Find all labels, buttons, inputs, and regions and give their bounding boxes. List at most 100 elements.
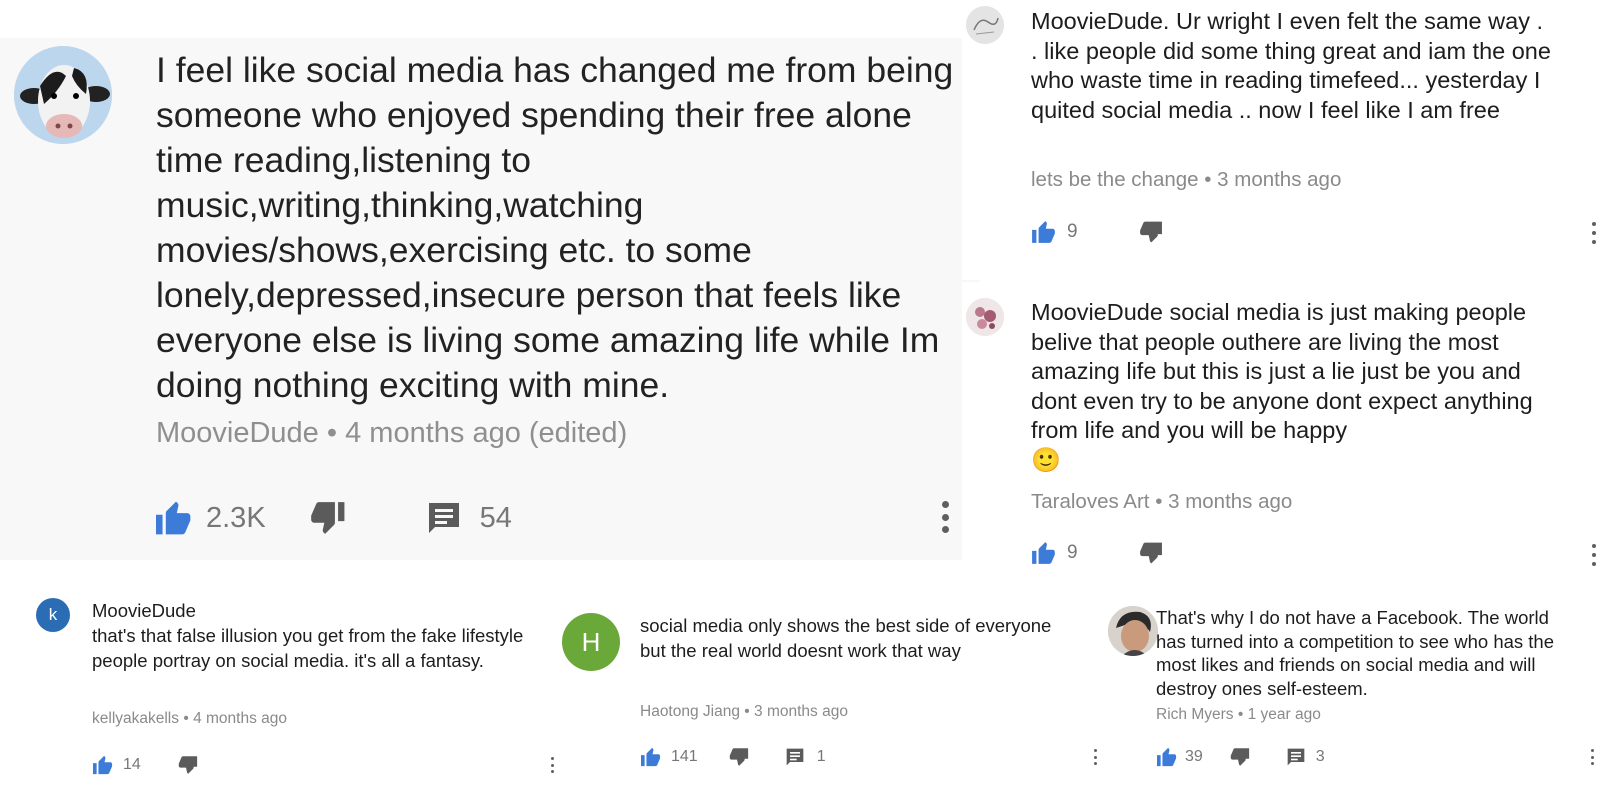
avatar-letter: H [581, 626, 601, 657]
meta-separator: • [326, 417, 338, 449]
comment-author-link[interactable]: kellyakakells [92, 710, 179, 727]
reply-text: MoovieDude social media is just making p… [1031, 299, 1533, 443]
comment-text: that's that false illusion you get from … [92, 625, 524, 671]
dislike-button[interactable] [1138, 220, 1163, 244]
more-options-icon[interactable] [550, 757, 554, 773]
comment-card-3: That's why I do not have a Facebook. The… [1100, 596, 1600, 798]
comment-meta: Rich Myers • 1 year ago [1156, 706, 1321, 724]
comment-time: 1 year ago [1247, 706, 1321, 723]
like-count: 14 [123, 756, 141, 773]
comment-time: 4 months ago (edited) [345, 417, 628, 449]
flower-avatar[interactable] [966, 298, 1004, 336]
comment-meta: Haotong Jiang • 3 months ago [640, 703, 848, 721]
dislike-button[interactable] [308, 500, 346, 536]
person-photo-icon [1108, 606, 1158, 656]
comment-icon [428, 503, 459, 533]
like-button[interactable]: 39 [1156, 747, 1203, 767]
comment-author[interactable]: MoovieDude [156, 417, 319, 449]
thumbs-down-icon [729, 748, 748, 766]
dislike-button[interactable] [1138, 541, 1163, 565]
comment-time: 3 months ago [754, 703, 848, 720]
more-options-icon[interactable] [1590, 749, 1594, 765]
comment-author[interactable]: MoovieDude [92, 600, 196, 622]
thumbs-down-icon [1230, 748, 1249, 766]
thumbs-down-icon [310, 502, 345, 534]
reply-text: MoovieDude. Ur wright I even felt the sa… [1031, 8, 1551, 123]
like-button[interactable]: 9 [1031, 220, 1078, 244]
reply-comment-1: MoovieDude. Ur wright I even felt the sa… [962, 0, 1600, 280]
meta-separator: • [1204, 168, 1212, 191]
comment-card-2: H social media only shows the best side … [560, 596, 1100, 798]
dislike-button[interactable] [177, 755, 198, 775]
like-count: 2.3K [206, 501, 266, 534]
cow-icon [14, 46, 112, 144]
action-bar: 9 [1031, 219, 1163, 245]
comment-author-link[interactable]: Rich Myers [1156, 706, 1234, 723]
reply-time: 3 months ago [1217, 168, 1342, 191]
reply-button[interactable]: 3 [1286, 747, 1325, 767]
comment-author-link[interactable]: Haotong Jiang [640, 703, 740, 720]
more-options-icon[interactable] [941, 501, 949, 533]
reply-count: 54 [479, 501, 512, 534]
dislike-button[interactable] [728, 747, 749, 767]
comment-meta: kellyakakells • 4 months ago [92, 710, 287, 728]
more-options-icon[interactable] [1591, 544, 1597, 566]
reply-author[interactable]: Taraloves Art [1031, 490, 1150, 513]
sketch-icon [966, 6, 1004, 44]
thumbs-up-icon [1032, 542, 1055, 564]
action-bar: 2.3K 54 [154, 496, 512, 540]
reply-author[interactable]: lets be the change [1031, 168, 1199, 191]
comment-text: I feel like social media has changed me … [156, 50, 954, 405]
meta-separator: • [183, 710, 189, 727]
like-button[interactable]: 14 [92, 755, 141, 775]
thumbs-down-icon [1139, 542, 1162, 564]
thumbs-up-icon [1032, 221, 1055, 243]
meta-separator: • [1237, 706, 1244, 723]
more-options-icon[interactable] [1093, 749, 1097, 765]
comment-meta: MoovieDude • 4 months ago (edited) [156, 417, 627, 450]
like-count: 9 [1067, 221, 1078, 242]
reply-meta: lets be the change • 3 months ago [1031, 168, 1341, 192]
reply-comment-2: MoovieDude social media is just making p… [962, 282, 1600, 582]
cow-avatar[interactable] [14, 46, 112, 144]
like-button[interactable]: 141 [640, 747, 698, 767]
reply-meta: Taraloves Art • 3 months ago [1031, 490, 1292, 514]
meta-separator: • [1155, 490, 1163, 513]
action-bar: 14 [92, 754, 198, 776]
sketch-avatar[interactable] [966, 6, 1004, 44]
avatar-h[interactable]: H [562, 613, 620, 671]
person-avatar[interactable] [1108, 606, 1158, 656]
reply-button[interactable]: 54 [426, 500, 512, 536]
like-count: 9 [1067, 542, 1078, 563]
action-bar: 9 [1031, 540, 1163, 566]
dislike-button[interactable] [1229, 747, 1250, 767]
thumbs-down-icon [1139, 221, 1162, 243]
main-comment: I feel like social media has changed me … [0, 38, 980, 560]
comment-icon [786, 748, 804, 766]
meta-separator: • [744, 703, 750, 720]
thumbs-up-icon [156, 501, 191, 535]
thumbs-up-icon [641, 747, 661, 767]
action-bar: 141 1 [640, 746, 826, 768]
comment-icon [1287, 748, 1305, 766]
reply-count: 1 [816, 748, 826, 765]
reply-button[interactable]: 1 [785, 747, 826, 767]
comment-text: That's why I do not have a Facebook. The… [1156, 607, 1555, 699]
reply-count: 3 [1315, 748, 1325, 765]
like-count: 141 [671, 748, 698, 765]
action-bar: 39 3 [1156, 746, 1325, 768]
more-options-icon[interactable] [1591, 222, 1597, 244]
avatar-k[interactable]: k [36, 598, 70, 632]
avatar-letter: k [48, 605, 58, 624]
like-button[interactable]: 9 [1031, 541, 1078, 565]
like-button[interactable]: 2.3K [154, 500, 266, 536]
flower-icon [966, 298, 1004, 336]
comment-card-1: k MoovieDude that's that false illusion … [0, 596, 560, 798]
comment-time: 4 months ago [193, 710, 288, 727]
like-count: 39 [1185, 748, 1203, 765]
comment-text: social media only shows the best side of… [640, 615, 1052, 661]
thumbs-up-icon [1157, 747, 1177, 767]
smile-emoji-icon: 🙂 [1031, 447, 1061, 474]
reply-time: 3 months ago [1168, 490, 1293, 513]
thumbs-up-icon [93, 755, 113, 775]
